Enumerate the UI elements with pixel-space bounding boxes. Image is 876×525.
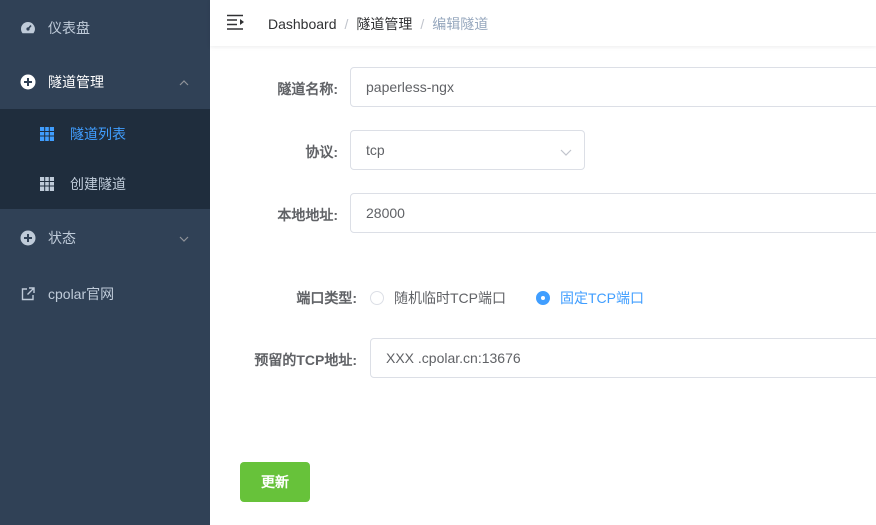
- chevron-up-icon: [178, 76, 190, 88]
- protocol-label: 协议:: [305, 144, 338, 160]
- breadcrumb-separator: /: [344, 16, 349, 32]
- sidebar-subitem-label: 隧道列表: [70, 126, 126, 142]
- sidebar-item-status[interactable]: 状态: [0, 210, 210, 266]
- radio-label: 随机临时TCP端口: [394, 290, 506, 306]
- breadcrumb-separator: /: [420, 16, 425, 32]
- update-button[interactable]: 更新: [240, 462, 310, 502]
- table-icon: [40, 127, 54, 141]
- sidebar-item-label: 状态: [48, 230, 76, 246]
- radio-fixed-tcp-port[interactable]: 固定TCP端口: [536, 288, 644, 308]
- reserved-tcp-address-value: XXX .cpolar.cn:13676: [386, 350, 521, 366]
- sidebar: 仪表盘 隧道管理 隧道列表 创建隧道 状态 cpolar官网: [0, 0, 210, 525]
- reserved-tcp-address-label: 预留的TCP地址:: [254, 352, 357, 368]
- radio-circle: [536, 291, 550, 305]
- breadcrumb: Dashboard / 隧道管理 / 编辑隧道: [268, 14, 488, 34]
- breadcrumb-item-tunnel-management[interactable]: 隧道管理: [356, 14, 412, 34]
- tunnel-name-label: 隧道名称:: [277, 81, 338, 97]
- tunnel-name-input[interactable]: paperless-ngx: [350, 67, 876, 107]
- sidebar-item-cpolar-site[interactable]: cpolar官网: [0, 266, 210, 322]
- hamburger-menu-icon[interactable]: [227, 14, 245, 30]
- protocol-select[interactable]: tcp: [350, 130, 585, 170]
- port-type-label: 端口类型:: [296, 290, 357, 306]
- local-address-input[interactable]: 28000: [350, 193, 876, 233]
- breadcrumb-item-current: 编辑隧道: [432, 16, 489, 32]
- sidebar-subitem-tunnel-list[interactable]: 隧道列表: [0, 109, 210, 159]
- breadcrumb-item-dashboard[interactable]: Dashboard: [268, 16, 337, 32]
- sidebar-item-label: 隧道管理: [48, 74, 104, 90]
- chevron-down-icon: [560, 145, 572, 157]
- local-address-value: 28000: [366, 205, 405, 221]
- plus-circle-icon: [20, 74, 36, 90]
- table-icon: [40, 177, 54, 191]
- top-navbar: Dashboard / 隧道管理 / 编辑隧道: [210, 0, 876, 46]
- local-address-label: 本地地址:: [277, 207, 338, 223]
- sidebar-subitem-create-tunnel[interactable]: 创建隧道: [0, 159, 210, 209]
- plus-circle-icon: [20, 230, 36, 246]
- radio-random-tcp-port[interactable]: 随机临时TCP端口: [370, 288, 506, 308]
- sidebar-subitem-label: 创建隧道: [70, 176, 126, 192]
- external-link-icon: [20, 286, 36, 302]
- reserved-tcp-address-input[interactable]: XXX .cpolar.cn:13676: [370, 338, 876, 378]
- sidebar-item-tunnel-management[interactable]: 隧道管理: [0, 54, 210, 110]
- radio-label: 固定TCP端口: [560, 290, 644, 306]
- radio-circle: [370, 291, 384, 305]
- sidebar-item-label: 仪表盘: [48, 20, 90, 36]
- tunnel-name-value: paperless-ngx: [366, 79, 454, 95]
- dashboard-icon: [20, 20, 36, 36]
- protocol-value: tcp: [366, 142, 385, 158]
- sidebar-item-label: cpolar官网: [48, 286, 115, 302]
- chevron-down-icon: [178, 232, 190, 244]
- sidebar-item-dashboard[interactable]: 仪表盘: [0, 0, 210, 56]
